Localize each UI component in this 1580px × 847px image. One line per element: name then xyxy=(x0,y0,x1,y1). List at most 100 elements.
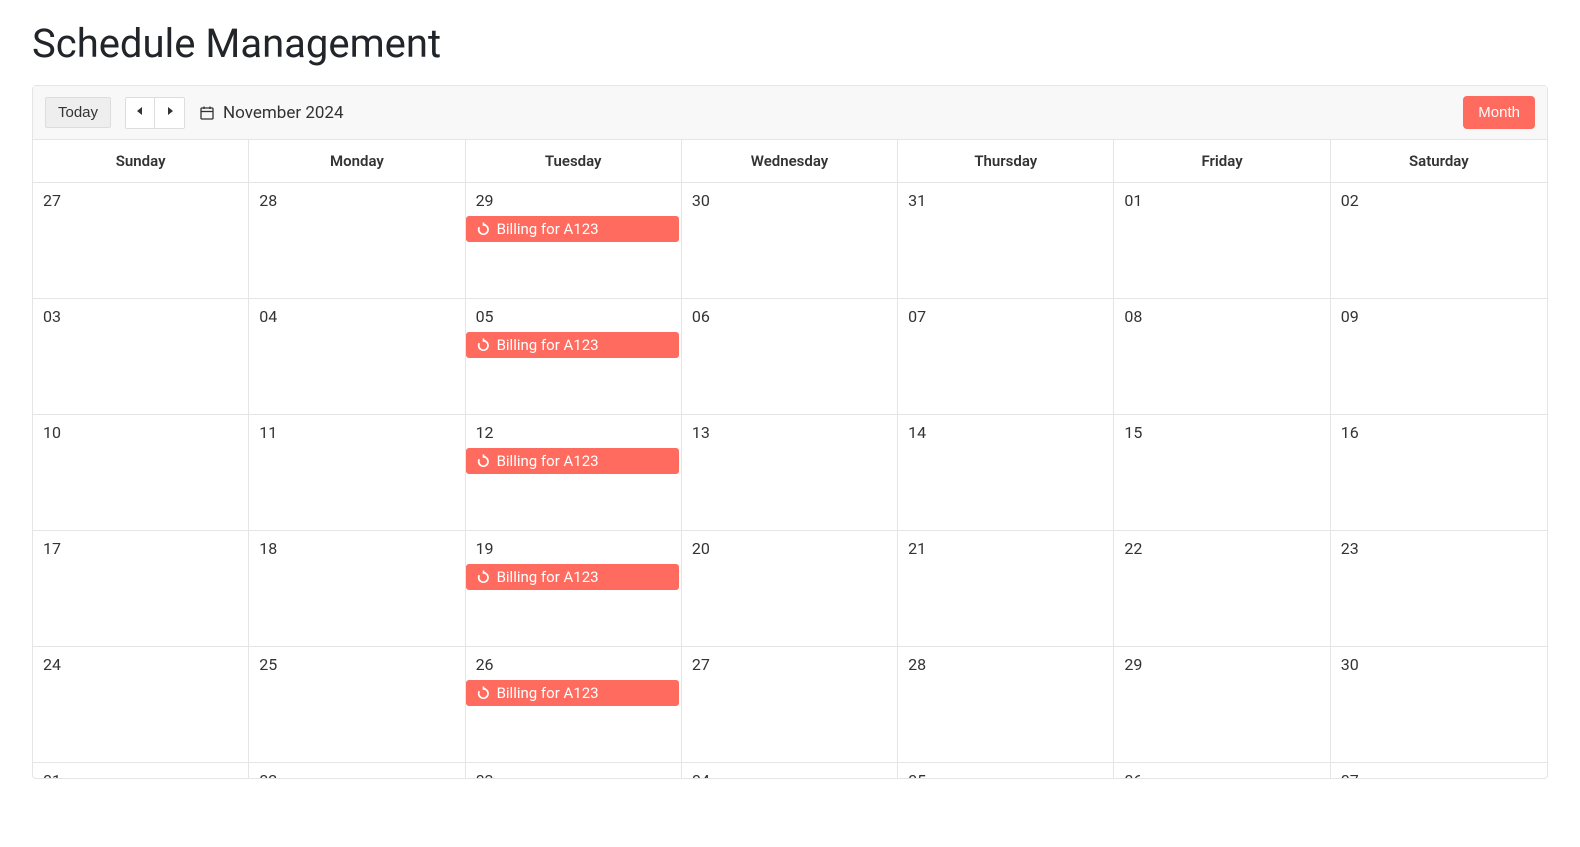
calendar-icon xyxy=(199,105,215,121)
day-number: 20 xyxy=(682,535,720,562)
day-cell[interactable]: 29Billing for A123 xyxy=(466,183,682,298)
day-cell[interactable]: 25 xyxy=(249,647,465,762)
day-cell[interactable]: 22 xyxy=(1114,531,1330,646)
day-number: 15 xyxy=(1114,419,1152,446)
view-month-button[interactable]: Month xyxy=(1463,96,1535,129)
day-cell[interactable]: 04 xyxy=(682,763,898,778)
day-cell[interactable]: 27 xyxy=(682,647,898,762)
day-cell[interactable]: 18 xyxy=(249,531,465,646)
calendar-scroll-area[interactable]: 272829Billing for A12330310102030405Bill… xyxy=(33,183,1547,778)
day-number: 31 xyxy=(898,187,936,214)
today-button[interactable]: Today xyxy=(45,97,111,128)
day-cell[interactable]: 29 xyxy=(1114,647,1330,762)
day-cell[interactable]: 05Billing for A123 xyxy=(466,299,682,414)
day-cell[interactable]: 05 xyxy=(898,763,1114,778)
event-label: Billing for A123 xyxy=(497,452,599,470)
calendar-event[interactable]: Billing for A123 xyxy=(466,680,679,706)
calendar: Today xyxy=(32,85,1548,779)
nav-group xyxy=(125,97,185,129)
day-number: 14 xyxy=(898,419,936,446)
day-cell[interactable]: 23 xyxy=(1331,531,1547,646)
event-label: Billing for A123 xyxy=(497,684,599,702)
day-number: 18 xyxy=(249,535,287,562)
day-cell[interactable]: 04 xyxy=(249,299,465,414)
day-cell[interactable]: 16 xyxy=(1331,415,1547,530)
day-number: 28 xyxy=(898,651,936,678)
page-title: Schedule Management xyxy=(32,20,1548,67)
day-cell[interactable]: 28 xyxy=(249,183,465,298)
day-number: 02 xyxy=(1331,187,1369,214)
calendar-event[interactable]: Billing for A123 xyxy=(466,448,679,474)
day-header-cell: Thursday xyxy=(898,140,1114,182)
recurring-icon xyxy=(476,570,491,585)
day-header-cell: Tuesday xyxy=(466,140,682,182)
day-number: 21 xyxy=(898,535,936,562)
day-number: 30 xyxy=(682,187,720,214)
day-cell[interactable]: 03 xyxy=(33,299,249,414)
day-number: 22 xyxy=(1114,535,1152,562)
week-row: 2728 29Billing for A12330 31 01 02 xyxy=(33,183,1547,299)
day-cell[interactable]: 17 xyxy=(33,531,249,646)
day-cell[interactable]: 07 xyxy=(1331,763,1547,778)
day-number: 03 xyxy=(466,767,504,778)
day-cell[interactable]: 02 xyxy=(249,763,465,778)
day-number: 27 xyxy=(682,651,720,678)
next-button[interactable] xyxy=(155,97,185,129)
calendar-event[interactable]: Billing for A123 xyxy=(466,216,679,242)
day-number: 05 xyxy=(466,303,504,330)
day-header-cell: Friday xyxy=(1114,140,1330,182)
day-number: 17 xyxy=(33,535,71,562)
day-cell[interactable]: 02 xyxy=(1331,183,1547,298)
day-cell[interactable]: 28 xyxy=(898,647,1114,762)
day-number: 07 xyxy=(898,303,936,330)
day-cell[interactable]: 20 xyxy=(682,531,898,646)
calendar-event[interactable]: Billing for A123 xyxy=(466,564,679,590)
day-cell[interactable]: 13 xyxy=(682,415,898,530)
day-cell[interactable]: 06 xyxy=(682,299,898,414)
day-cell[interactable]: 10 xyxy=(33,415,249,530)
day-cell[interactable]: 01 xyxy=(33,763,249,778)
calendar-body: SundayMondayTuesdayWednesdayThursdayFrid… xyxy=(33,140,1547,778)
day-cell[interactable]: 08 xyxy=(1114,299,1330,414)
day-cell[interactable]: 24 xyxy=(33,647,249,762)
day-number: 01 xyxy=(1114,187,1152,214)
calendar-event[interactable]: Billing for A123 xyxy=(466,332,679,358)
day-cell[interactable]: 06 xyxy=(1114,763,1330,778)
day-number: 12 xyxy=(466,419,504,446)
day-cell[interactable]: 15 xyxy=(1114,415,1330,530)
week-row: 242526Billing for A12327 28 2930 xyxy=(33,647,1547,763)
day-cell[interactable]: 07 xyxy=(898,299,1114,414)
day-number: 16 xyxy=(1331,419,1369,446)
day-number: 03 xyxy=(33,303,71,330)
day-cell[interactable]: 30 xyxy=(682,183,898,298)
day-number: 29 xyxy=(466,187,504,214)
day-cell[interactable]: 27 xyxy=(33,183,249,298)
calendar-toolbar: Today xyxy=(33,86,1547,140)
current-period: November 2024 xyxy=(199,103,344,123)
day-cell[interactable]: 11 xyxy=(249,415,465,530)
day-cell[interactable]: 01 xyxy=(1114,183,1330,298)
day-cell[interactable]: 21 xyxy=(898,531,1114,646)
day-cell[interactable]: 12 Billing for A123 xyxy=(466,415,682,530)
day-number: 08 xyxy=(1114,303,1152,330)
day-header-cell: Monday xyxy=(249,140,465,182)
day-cell[interactable]: 03 xyxy=(466,763,682,778)
day-number: 04 xyxy=(682,767,720,778)
day-cell[interactable]: 19 Billing for A123 xyxy=(466,531,682,646)
day-number: 13 xyxy=(682,419,720,446)
day-cell[interactable]: 14 xyxy=(898,415,1114,530)
day-number: 19 xyxy=(466,535,504,562)
day-cell[interactable]: 26Billing for A123 xyxy=(466,647,682,762)
calendar-main: SundayMondayTuesdayWednesdayThursdayFrid… xyxy=(33,140,1547,778)
day-number: 28 xyxy=(249,187,287,214)
week-row: 17 18 19 Billing for A123 20 21 22 23 xyxy=(33,531,1547,647)
week-row: 010203 04 050607 xyxy=(33,763,1547,778)
week-row: 03 0405Billing for A1230607 08 09 xyxy=(33,299,1547,415)
day-cell[interactable]: 30 xyxy=(1331,647,1547,762)
day-number: 10 xyxy=(33,419,71,446)
prev-button[interactable] xyxy=(125,97,155,129)
event-label: Billing for A123 xyxy=(497,568,599,586)
day-cell[interactable]: 31 xyxy=(898,183,1114,298)
day-cell[interactable]: 09 xyxy=(1331,299,1547,414)
recurring-icon xyxy=(476,454,491,469)
